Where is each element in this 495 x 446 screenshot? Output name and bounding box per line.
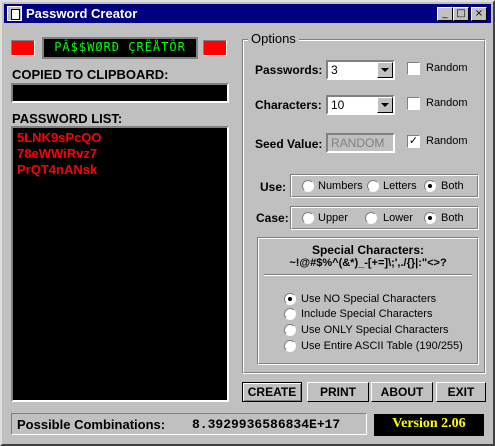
special-characters-title: Special Characters: (311, 243, 425, 257)
use-letters-radio[interactable] (367, 180, 379, 192)
divider (264, 274, 472, 276)
combinations-value: 8.3929936586834E+17 (192, 417, 341, 432)
use-numbers-label: Numbers (318, 180, 363, 192)
options-legend: Options (248, 31, 299, 46)
title-bar[interactable]: Password Creator _ □ × (4, 4, 491, 23)
combinations-panel: Possible Combinations: 8.3929936586834E+… (11, 413, 367, 435)
combinations-label: Possible Combinations: (17, 417, 166, 432)
password-item[interactable]: PrQT4nANsk (17, 162, 223, 178)
create-button[interactable]: CREATE (242, 382, 302, 402)
special-none-radio[interactable] (284, 293, 296, 305)
app-banner: PÂ$$WØRÐ ÇRËÅTÕR (42, 37, 198, 59)
password-creator-window: Password Creator _ □ × PÂ$$WØRÐ ÇRËÅTÕR … (0, 0, 495, 446)
password-item[interactable]: 5LNK9sPcQO (17, 130, 223, 146)
maximize-button[interactable]: □ (453, 7, 469, 21)
password-list[interactable]: 5LNK9sPcQO 78eWWiRvz7 PrQT4nANsk (11, 126, 229, 402)
characters-select[interactable]: 10 (326, 95, 395, 115)
case-lower-label: Lower (383, 212, 413, 224)
seed-placeholder: RANDOM (331, 136, 385, 150)
use-both-label: Both (441, 180, 464, 192)
special-ascii-radio[interactable] (284, 340, 296, 352)
characters-value: 10 (331, 98, 345, 112)
use-both-radio[interactable] (424, 180, 436, 192)
seed-input[interactable]: RANDOM (326, 133, 395, 153)
seed-label: Seed Value: (255, 137, 323, 151)
special-ascii-label: Use Entire ASCII Table (190/255) (301, 340, 463, 352)
passwords-random-label: Random (426, 62, 468, 74)
case-upper-radio[interactable] (302, 212, 314, 224)
exit-button[interactable]: EXIT (436, 382, 486, 402)
special-include-label: Include Special Characters (301, 308, 433, 320)
special-only-label: Use ONLY Special Characters (301, 324, 449, 336)
use-numbers-radio[interactable] (302, 180, 314, 192)
special-only-radio[interactable] (284, 324, 296, 336)
special-characters-set: ~!@#$%^(&*)_-[+=]\;',./{}|:"<>? (289, 257, 447, 269)
characters-label: Characters: (255, 98, 322, 112)
passwords-value: 3 (331, 63, 338, 77)
characters-random-checkbox[interactable] (407, 97, 420, 110)
window-title: Password Creator (26, 6, 138, 21)
version-label: Version 2.06 (374, 414, 484, 436)
seed-random-label: Random (426, 135, 468, 147)
chevron-down-icon[interactable] (377, 97, 393, 113)
right-indicator (203, 40, 227, 56)
left-indicator (11, 40, 35, 56)
password-item[interactable]: 78eWWiRvz7 (17, 146, 223, 162)
close-button[interactable]: × (471, 7, 487, 21)
use-label: Use: (260, 180, 287, 194)
passwords-label: Passwords: (255, 63, 323, 77)
clipboard-field[interactable] (11, 83, 229, 103)
case-both-label: Both (441, 212, 464, 224)
passwords-select[interactable]: 3 (326, 60, 395, 80)
app-icon[interactable] (7, 6, 22, 21)
clipboard-label: COPIED TO CLIPBOARD: (12, 67, 169, 82)
case-label: Case: (256, 211, 289, 225)
chevron-down-icon[interactable] (377, 62, 393, 78)
password-list-label: PASSWORD LIST: (12, 111, 123, 126)
case-lower-radio[interactable] (365, 212, 377, 224)
print-button[interactable]: PRINT (307, 382, 369, 402)
special-include-radio[interactable] (284, 308, 296, 320)
case-both-radio[interactable] (424, 212, 436, 224)
special-none-label: Use NO Special Characters (301, 293, 437, 305)
characters-random-label: Random (426, 97, 468, 109)
minimize-button[interactable]: _ (437, 7, 453, 21)
seed-random-checkbox[interactable]: ✓ (407, 135, 420, 148)
passwords-random-checkbox[interactable] (407, 62, 420, 75)
use-letters-label: Letters (383, 180, 417, 192)
case-upper-label: Upper (318, 212, 348, 224)
about-button[interactable]: ABOUT (371, 382, 433, 402)
